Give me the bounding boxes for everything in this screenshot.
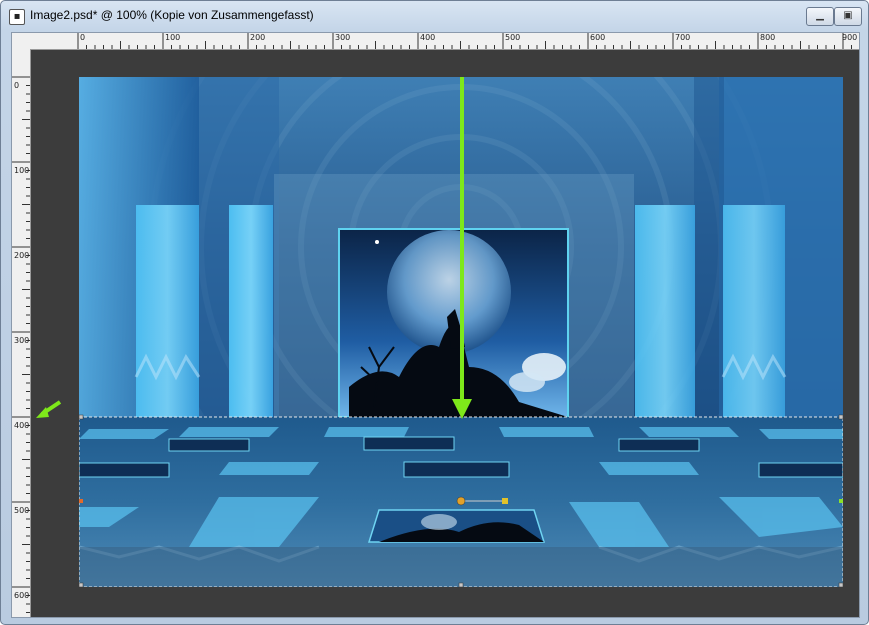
hruler-label: 300 bbox=[335, 33, 351, 42]
hruler-label: 100 bbox=[165, 33, 181, 42]
vruler-label: 500 bbox=[14, 506, 30, 515]
hruler-label: 800 bbox=[760, 33, 776, 42]
hruler-label: 0 bbox=[80, 33, 86, 42]
title-bar[interactable]: ▪ Image2.psd* @ 100% (Kopie von Zusammen… bbox=[1, 1, 868, 29]
horizontal-ruler[interactable]: 0 100 200 300 400 500 600 700 800 900 bbox=[30, 33, 859, 50]
window-title: Image2.psd* @ 100% (Kopie von Zusammenge… bbox=[30, 8, 314, 22]
arrow-left-down-icon bbox=[36, 400, 62, 418]
hruler-label: 600 bbox=[590, 33, 606, 42]
image-canvas[interactable] bbox=[79, 77, 843, 587]
hruler-label: 500 bbox=[505, 33, 521, 42]
vruler-label: 300 bbox=[14, 336, 30, 345]
restore-button[interactable]: ▣ bbox=[834, 7, 862, 26]
hruler-label: 200 bbox=[250, 33, 266, 42]
restore-icon: ▣ bbox=[843, 10, 853, 21]
minimize-button[interactable]: ▁ bbox=[806, 7, 834, 26]
artwork bbox=[79, 77, 843, 587]
vertical-ruler[interactable]: 0 100 200 300 400 500 600 bbox=[12, 49, 31, 617]
hruler-label: 400 bbox=[420, 33, 436, 42]
vruler-label: 600 bbox=[14, 591, 30, 600]
vruler-label: 400 bbox=[14, 421, 30, 430]
document-area: 0 100 200 300 400 500 600 700 800 900 0 … bbox=[11, 32, 860, 618]
vruler-label: 200 bbox=[14, 251, 30, 260]
document-window: ▪ Image2.psd* @ 100% (Kopie von Zusammen… bbox=[0, 0, 869, 625]
document-icon[interactable]: ▪ bbox=[9, 9, 25, 25]
vruler-label: 0 bbox=[14, 81, 20, 90]
vertical-ruler-ticks bbox=[12, 76, 30, 613]
vruler-label: 100 bbox=[14, 166, 30, 175]
horizontal-ruler-ticks bbox=[77, 33, 852, 49]
ruler-corner bbox=[12, 33, 31, 50]
hruler-label: 900 bbox=[842, 33, 858, 42]
hruler-label: 700 bbox=[675, 33, 691, 42]
minimize-icon: ▁ bbox=[816, 10, 824, 21]
